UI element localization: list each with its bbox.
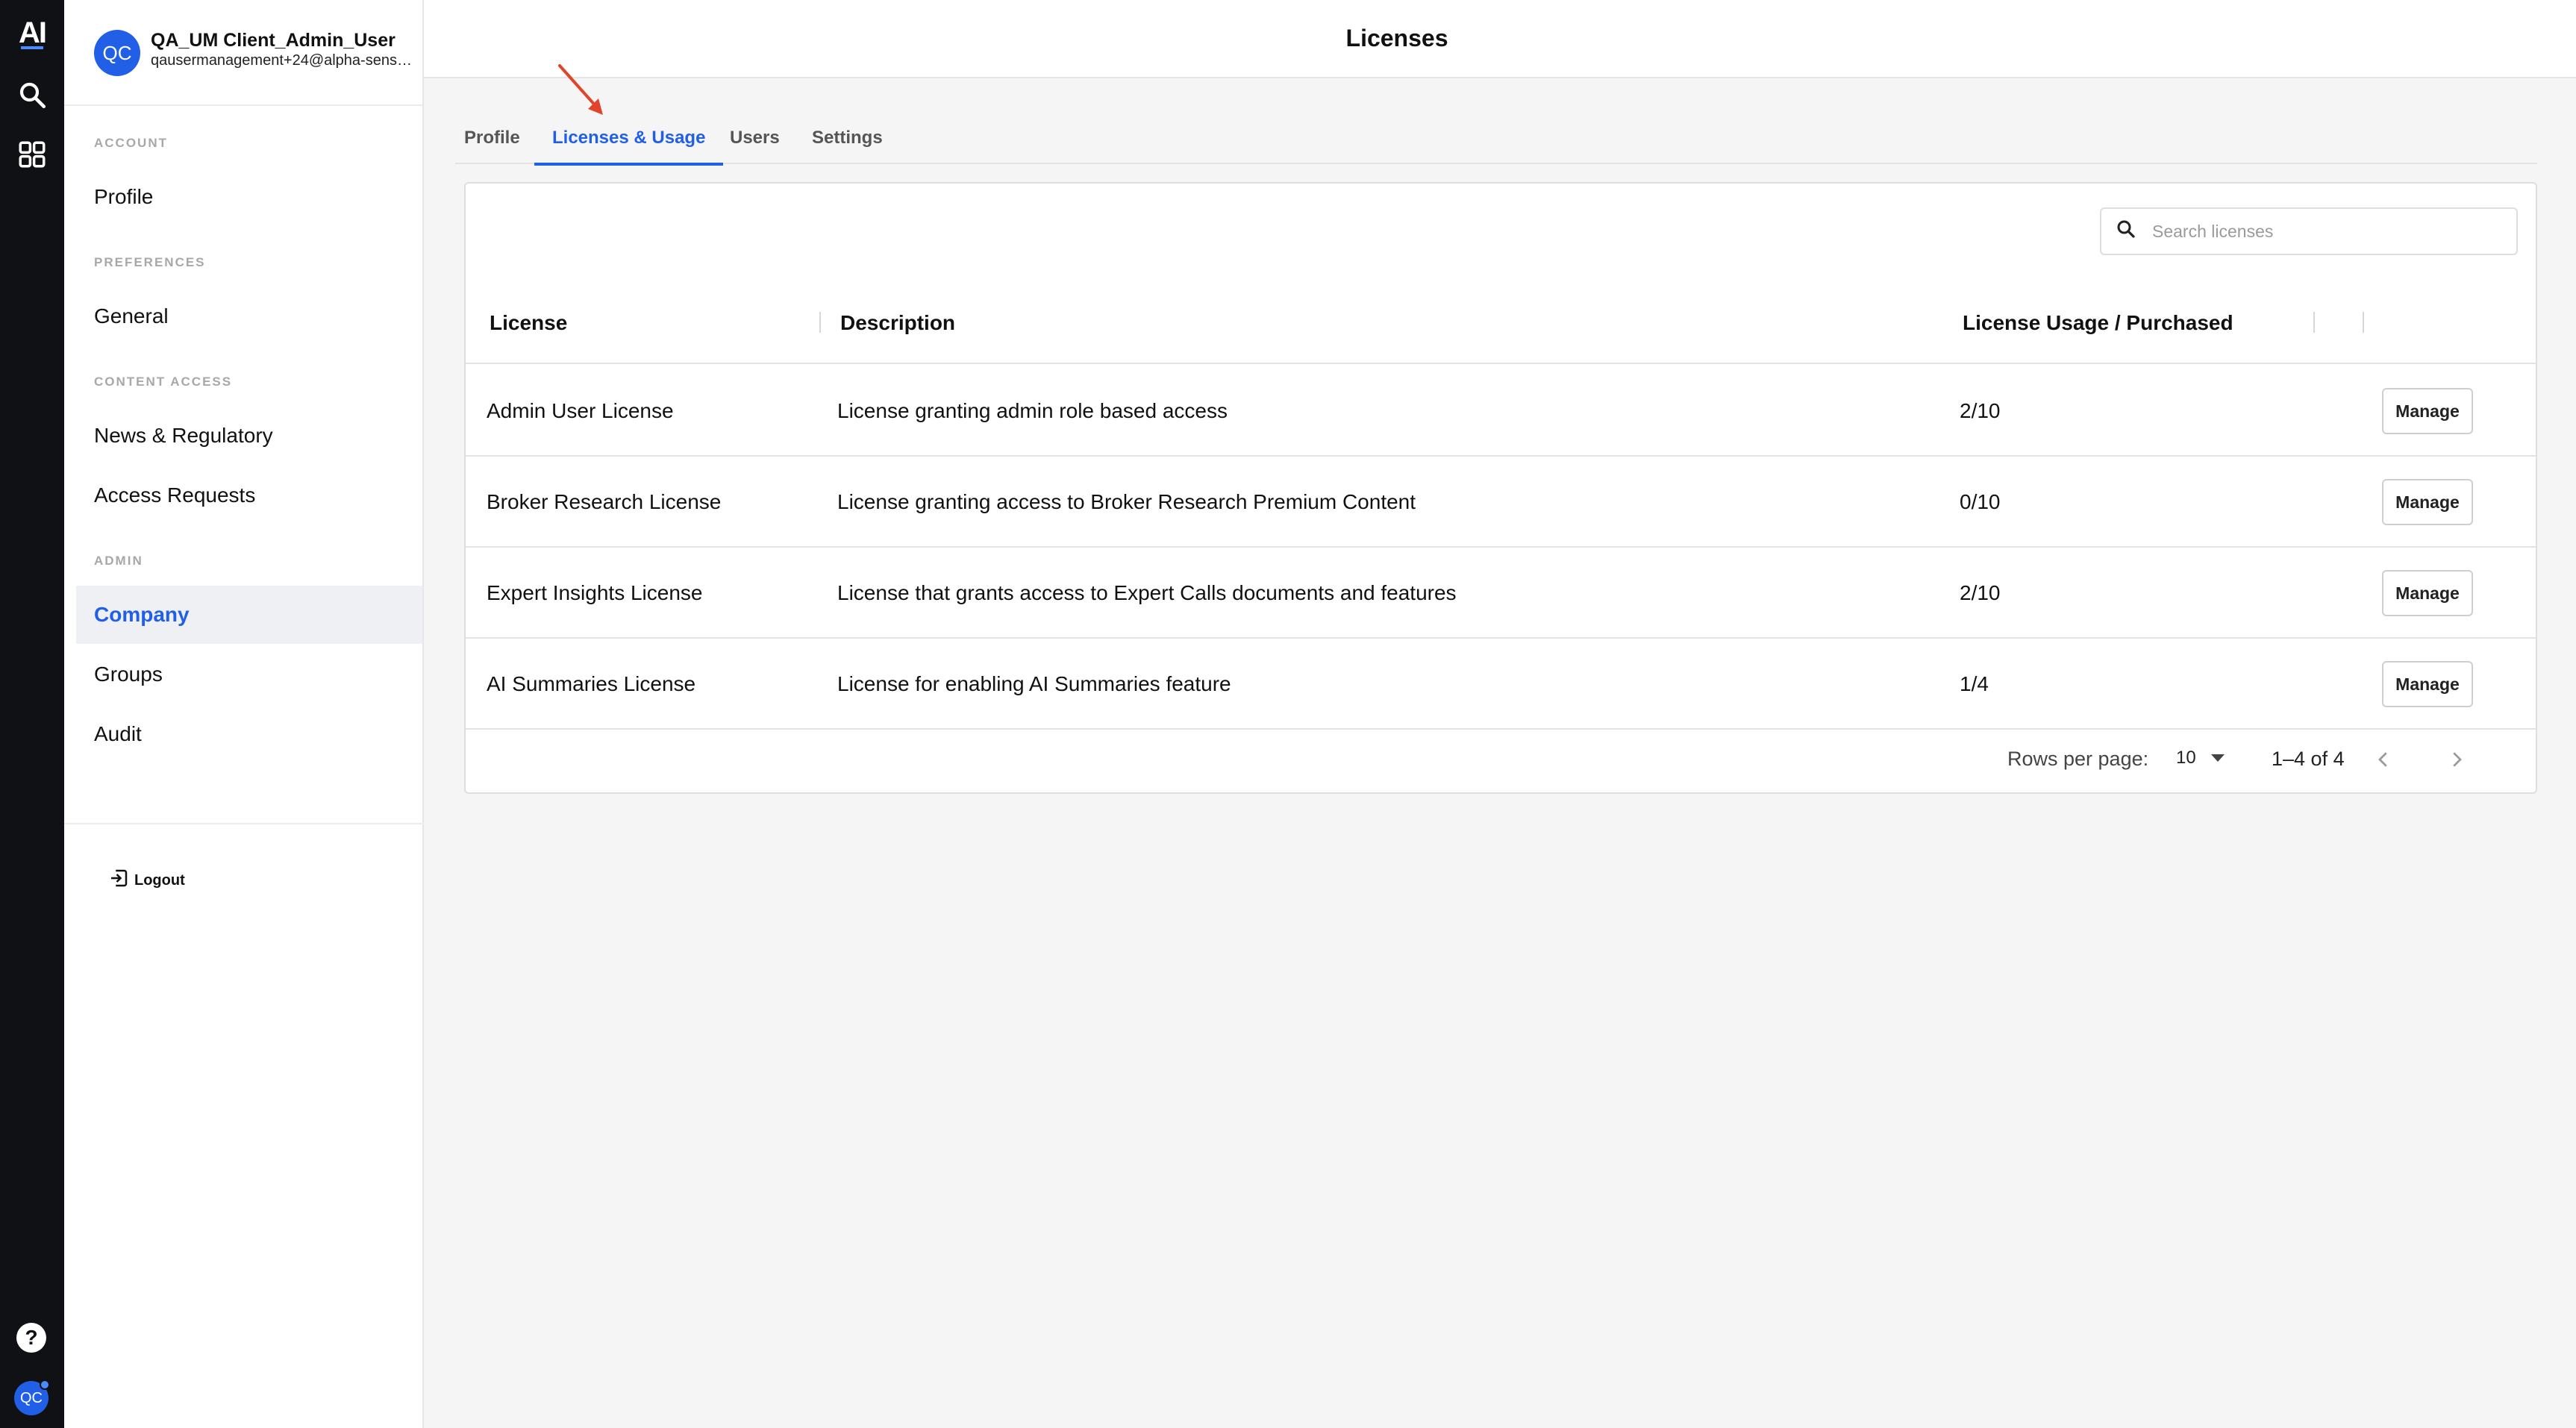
manage-button[interactable]: Manage: [2382, 661, 2473, 707]
sidebar-item-groups[interactable]: Groups: [76, 645, 422, 704]
sidebar-item-access-requests[interactable]: Access Requests: [76, 466, 422, 524]
column-header-usage[interactable]: License Usage / Purchased: [1963, 282, 2233, 364]
help-icon[interactable]: ?: [16, 1323, 46, 1353]
column-header-description[interactable]: Description: [840, 282, 955, 364]
chevron-left-icon: [2378, 752, 2387, 767]
license-name: Admin User License: [487, 399, 674, 422]
license-name: Expert Insights License: [487, 581, 703, 604]
app-logo-text: AI: [19, 16, 47, 49]
apps-grid-icon[interactable]: [16, 139, 48, 170]
manage-button[interactable]: Manage: [2382, 388, 2473, 434]
table-header: License Description License Usage / Purc…: [466, 282, 2536, 364]
rail-avatar[interactable]: QC: [14, 1380, 50, 1415]
tab-licenses-usage[interactable]: Licenses & Usage: [534, 112, 724, 166]
license-description: License that grants access to Expert Cal…: [837, 581, 1457, 604]
license-usage: 2/10: [1960, 581, 2001, 604]
user-name: QA_UM Client_Admin_User: [151, 30, 396, 51]
page-header: Licenses: [424, 0, 2576, 78]
logout-button[interactable]: Logout: [107, 867, 185, 894]
search-icon[interactable]: [16, 79, 48, 110]
license-description: License granting access to Broker Resear…: [837, 490, 1416, 513]
rail-avatar-initials: QC: [20, 1389, 43, 1406]
user-card: QC QA_UM Client_Admin_User qausermanagem…: [64, 0, 422, 106]
sidebar-divider: [64, 823, 424, 824]
logout-label: Logout: [134, 871, 185, 889]
search-box[interactable]: [2100, 207, 2518, 255]
notification-dot: [40, 1380, 50, 1390]
rows-per-page-select[interactable]: 10: [2176, 748, 2225, 768]
sidebar-item-audit[interactable]: Audit: [76, 705, 422, 763]
manage-button[interactable]: Manage: [2382, 570, 2473, 616]
license-description: License for enabling AI Summaries featur…: [837, 672, 1231, 695]
column-resize-handle[interactable]: [2313, 312, 2315, 333]
license-usage: 1/4: [1960, 672, 1989, 695]
manage-button[interactable]: Manage: [2382, 479, 2473, 525]
column-header-license[interactable]: License: [490, 282, 567, 364]
license-name: Broker Research License: [487, 490, 722, 513]
table-row: Broker Research License License granting…: [466, 457, 2536, 548]
user-email: qausermanagement+24@alpha-sense.com: [151, 52, 413, 69]
previous-page-button[interactable]: [2366, 742, 2401, 777]
license-description: License granting admin role based access: [837, 399, 1228, 422]
page-range: 1–4 of 4: [2272, 748, 2345, 770]
page-title: Licenses: [1345, 25, 1448, 51]
sidebar-item-profile[interactable]: Profile: [76, 168, 422, 226]
section-label-account: ACCOUNT: [94, 136, 168, 150]
section-label-content-access: CONTENT ACCESS: [94, 375, 233, 389]
license-name: AI Summaries License: [487, 672, 696, 695]
rows-per-page-value: 10: [2176, 748, 2196, 768]
account-sidebar: QC QA_UM Client_Admin_User qausermanagem…: [64, 0, 424, 1428]
next-page-button[interactable]: [2439, 742, 2475, 777]
licenses-table-card: License Description License Usage / Purc…: [464, 182, 2537, 794]
search-icon: [2101, 218, 2137, 245]
sidebar-item-company[interactable]: Company: [76, 586, 422, 644]
tab-profile[interactable]: Profile: [464, 112, 520, 164]
caret-down-icon: [2210, 754, 2225, 762]
section-label-preferences: PREFERENCES: [94, 255, 206, 269]
tab-users[interactable]: Users: [730, 112, 780, 164]
table-row: AI Summaries License License for enablin…: [466, 639, 2536, 730]
license-usage: 2/10: [1960, 399, 2001, 422]
app-rail: AI ? QC: [0, 0, 64, 1428]
tab-bar: Profile Licenses & Usage Users Settings: [455, 112, 2537, 166]
logout-icon: [107, 867, 130, 894]
license-usage: 0/10: [1960, 490, 2001, 513]
app-logo[interactable]: AI: [13, 16, 51, 49]
chevron-right-icon: [2453, 752, 2462, 767]
column-resize-handle[interactable]: [2363, 312, 2364, 333]
table-row: Expert Insights License License that gra…: [466, 548, 2536, 639]
column-resize-handle[interactable]: [819, 312, 821, 333]
sidebar-item-news-regulatory[interactable]: News & Regulatory: [76, 407, 422, 465]
table-row: Admin User License License granting admi…: [466, 366, 2536, 457]
avatar: QC: [94, 30, 140, 76]
sidebar-item-general[interactable]: General: [76, 287, 422, 345]
search-input[interactable]: [2152, 221, 2510, 242]
rows-per-page-label: Rows per page:: [2007, 748, 2149, 770]
section-label-admin: ADMIN: [94, 554, 143, 568]
tab-settings[interactable]: Settings: [812, 112, 883, 164]
table-pagination: Rows per page: 10 1–4 of 4: [466, 730, 2536, 792]
